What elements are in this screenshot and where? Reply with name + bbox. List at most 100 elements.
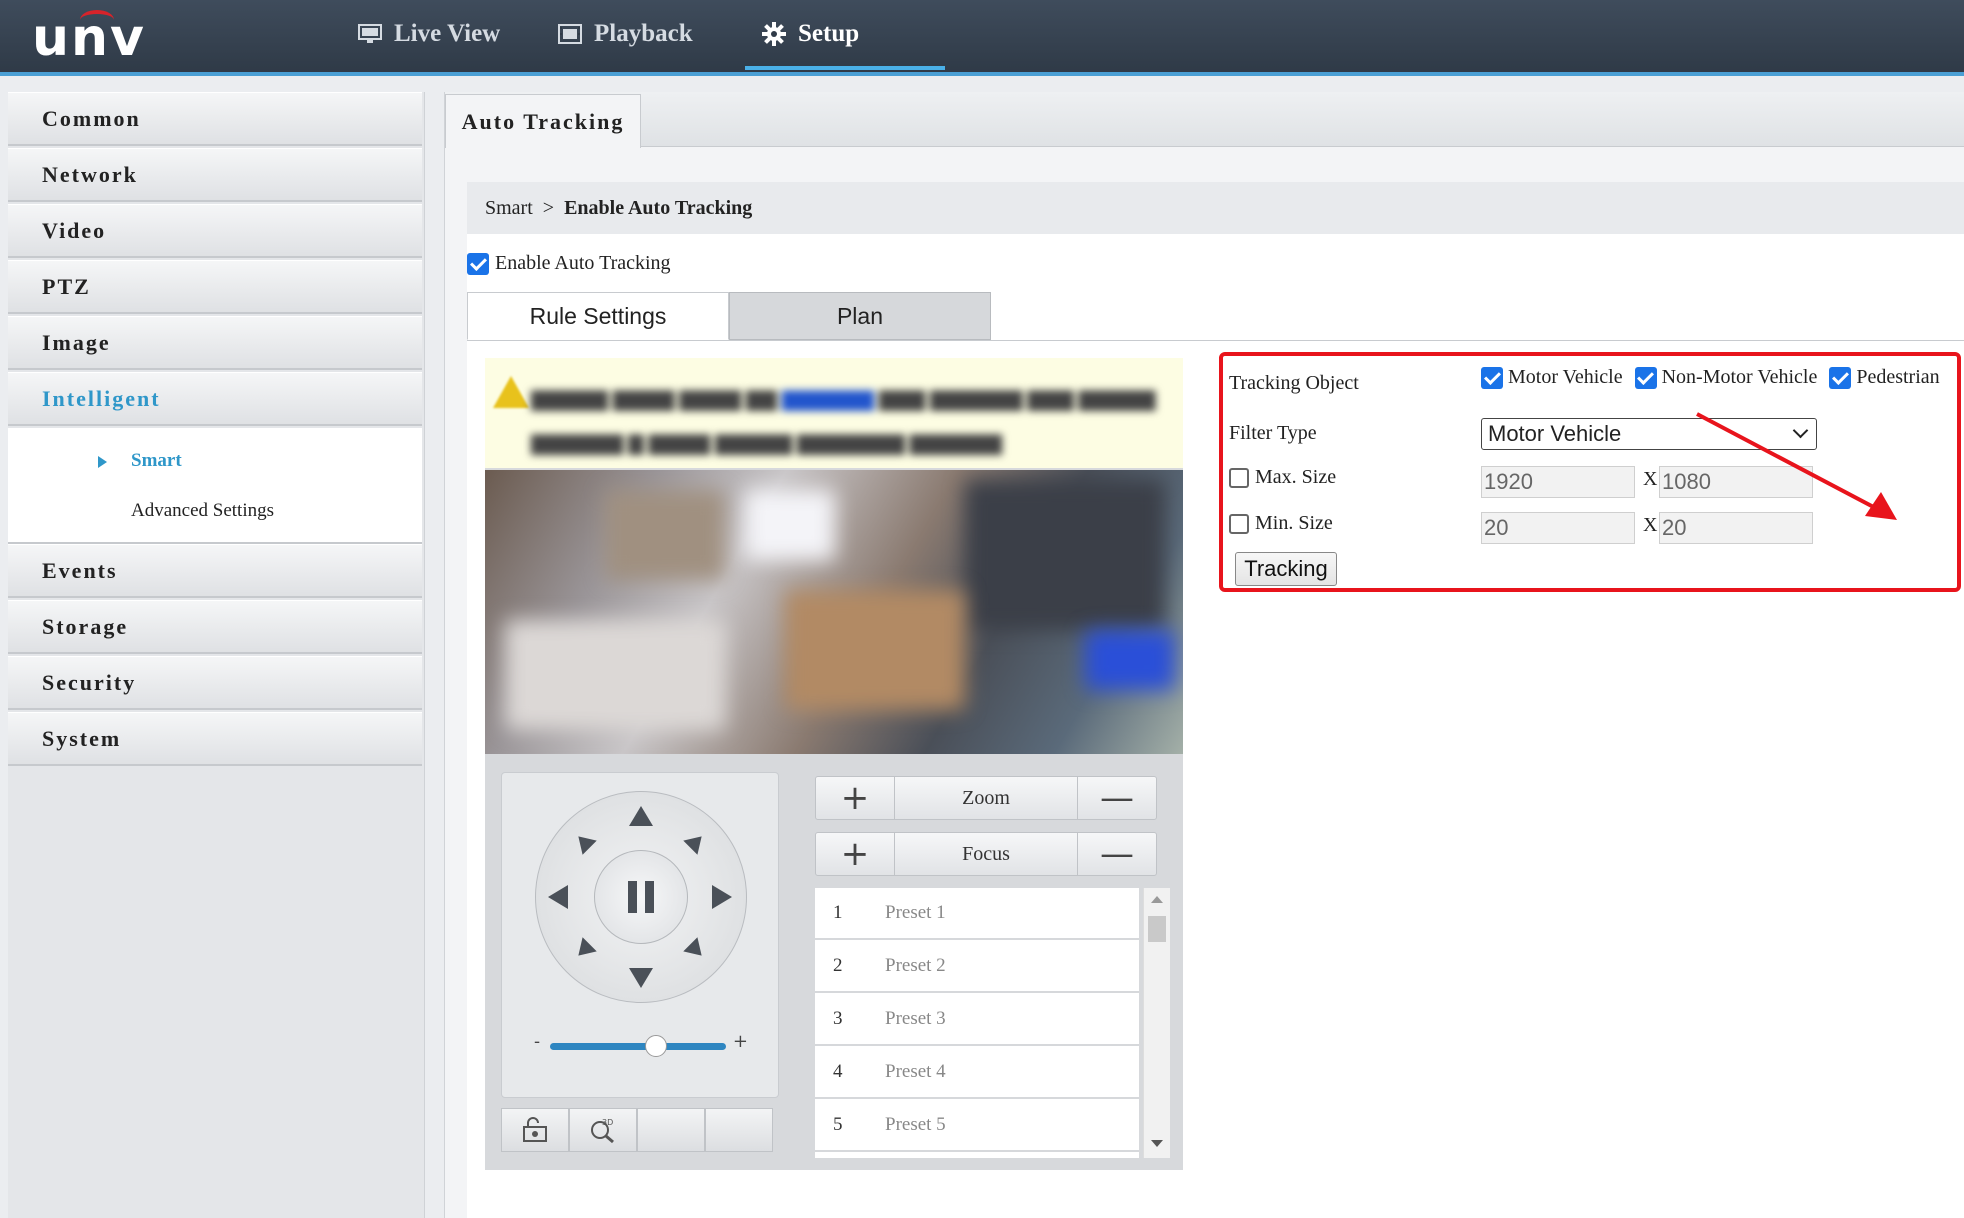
sidebar-item-network[interactable]: Network: [8, 148, 422, 202]
sidebar-item-intelligent[interactable]: Intelligent: [8, 372, 422, 426]
tab-auto-tracking[interactable]: Auto Tracking: [445, 94, 641, 148]
non-motor-vehicle-option[interactable]: Non-Motor Vehicle: [1634, 366, 1817, 389]
focus-in-button[interactable]: +: [816, 833, 895, 875]
main-tab-bar: Auto Tracking: [445, 92, 1964, 148]
sidebar-item-ptz[interactable]: PTZ: [8, 260, 422, 314]
gear-icon: [762, 22, 786, 46]
zoom-label: Zoom: [962, 786, 1010, 809]
arrow-down-icon[interactable]: [629, 968, 653, 988]
min-width-input[interactable]: 20: [1481, 512, 1635, 544]
focus-control: + Focus —: [815, 832, 1157, 876]
lock-button[interactable]: [501, 1108, 569, 1152]
focus-label: Focus: [962, 842, 1010, 865]
breadcrumb-parent[interactable]: Smart: [485, 197, 533, 220]
plugin-notice-text-blurred: ▇▇▇▇▇ ▇▇▇▇ ▇▇▇▇ ▇▇ ▇▇▇▇▇▇ ▇▇▇ ▇▇▇▇▇▇ ▇▇▇…: [531, 389, 1156, 455]
nav-setup[interactable]: Setup: [762, 14, 859, 54]
warning-icon: [493, 376, 529, 408]
motor-vehicle-checkbox[interactable]: [1481, 366, 1503, 389]
slider-handle[interactable]: [644, 1035, 667, 1057]
max-width-input[interactable]: 1920: [1481, 466, 1635, 498]
svg-text:3D: 3D: [602, 1118, 613, 1127]
sidebar: Common Network Video PTZ Image Intellige…: [8, 92, 425, 1218]
list-item[interactable]: 5 Preset 5: [815, 1100, 1139, 1152]
tab-plan[interactable]: Plan: [729, 292, 991, 340]
nav-playback[interactable]: Playback: [558, 14, 693, 54]
ptz-speed-slider[interactable]: - +: [534, 1031, 748, 1057]
scroll-up-icon[interactable]: [1151, 896, 1163, 903]
min-size-checkbox[interactable]: [1229, 513, 1249, 534]
tracking-object-label: Tracking Object: [1229, 372, 1359, 394]
pedestrian-checkbox[interactable]: [1829, 366, 1852, 389]
breadcrumb: Smart > Enable Auto Tracking: [467, 182, 1964, 234]
sidebar-item-security[interactable]: Security: [8, 656, 422, 710]
slider-minus-label: -: [534, 1031, 541, 1052]
sidebar-item-image[interactable]: Image: [8, 316, 422, 370]
enable-auto-tracking-row[interactable]: Enable Auto Tracking: [467, 252, 671, 275]
sidebar-item-video[interactable]: Video: [8, 204, 422, 258]
nav-live-view[interactable]: Live View: [358, 14, 500, 54]
motor-vehicle-option[interactable]: Motor Vehicle: [1481, 366, 1623, 389]
sidebar-item-system[interactable]: System: [8, 712, 422, 766]
scroll-thumb[interactable]: [1148, 916, 1166, 942]
tracking-button[interactable]: Tracking: [1235, 552, 1337, 586]
arrow-down-left-icon[interactable]: [571, 937, 597, 963]
slider-track[interactable]: [550, 1043, 726, 1050]
ptz-direction-pad: [535, 791, 747, 1003]
preset-list: 1 Preset 1 2 Preset 2 3 Preset 3 4 Preset 4 …: [815, 888, 1139, 1158]
zoom-in-button[interactable]: +: [816, 777, 895, 819]
ptz-tool-button-3[interactable]: [637, 1108, 705, 1152]
pedestrian-option[interactable]: Pedestrian: [1829, 366, 1940, 389]
zoom-control: + Zoom —: [815, 776, 1157, 820]
min-size-row-label: Min. Size: [1229, 512, 1333, 535]
focus-out-button[interactable]: —: [1077, 833, 1156, 875]
list-item[interactable]: 3 Preset 3: [815, 994, 1139, 1046]
content-area: Smart > Enable Auto Tracking Enable Auto…: [467, 182, 1964, 1218]
enable-auto-tracking-label: Enable Auto Tracking: [495, 252, 671, 274]
arrow-up-right-icon[interactable]: [683, 829, 709, 855]
main-panel: Auto Tracking Smart > Enable Auto Tracki…: [444, 92, 1964, 1218]
zoom-out-button[interactable]: —: [1077, 777, 1156, 819]
slider-plus-label: +: [732, 1031, 748, 1052]
sidebar-item-common[interactable]: Common: [8, 92, 422, 146]
ptz-pause-button[interactable]: [594, 850, 688, 944]
arrow-left-icon[interactable]: [548, 885, 568, 909]
download-link[interactable]: ▇▇▇▇▇▇: [782, 389, 874, 411]
non-motor-vehicle-checkbox[interactable]: [1634, 366, 1657, 389]
arrow-down-right-icon[interactable]: [683, 937, 709, 963]
unv-logo: unv: [32, 8, 146, 68]
camera-video-feed[interactable]: [485, 470, 1183, 754]
arrow-up-left-icon[interactable]: [571, 829, 597, 855]
breadcrumb-current: Enable Auto Tracking: [564, 196, 753, 219]
list-item[interactable]: 4 Preset 4: [815, 1047, 1139, 1099]
annotation-arrow-icon: [1696, 412, 1897, 520]
max-size-row-label: Max. Size: [1229, 466, 1336, 489]
list-item[interactable]: 1 Preset 1: [815, 888, 1139, 940]
arrow-right-icon[interactable]: [712, 885, 732, 909]
plugin-notice: ▇▇▇▇▇ ▇▇▇▇ ▇▇▇▇ ▇▇ ▇▇▇▇▇▇ ▇▇▇ ▇▇▇▇▇▇ ▇▇▇…: [485, 358, 1183, 468]
preset-scrollbar[interactable]: [1143, 888, 1170, 1158]
monitor-icon: [358, 24, 382, 43]
sidebar-subitem-advanced-settings[interactable]: Advanced Settings: [131, 500, 274, 522]
breadcrumb-separator: >: [542, 196, 555, 219]
filter-type-label: Filter Type: [1229, 422, 1317, 444]
enable-auto-tracking-checkbox[interactable]: [467, 252, 489, 275]
top-nav-bar: unv Live View Playback Setup: [0, 0, 1964, 76]
scroll-down-icon[interactable]: [1151, 1140, 1163, 1147]
ptz-toolbar: 3D: [501, 1108, 777, 1152]
active-tab-underline: [745, 66, 945, 70]
sidebar-subpanel: Smart Advanced Settings: [8, 428, 422, 544]
max-size-x-separator: X: [1643, 468, 1658, 490]
live-preview-panel: ▇▇▇▇▇ ▇▇▇▇ ▇▇▇▇ ▇▇ ▇▇▇▇▇▇ ▇▇▇ ▇▇▇▇▇▇ ▇▇▇…: [485, 358, 1183, 1170]
tracking-object-options: Motor Vehicle Non-Motor Vehicle Pedestri…: [1481, 366, 1952, 389]
ptz-tool-button-4[interactable]: [705, 1108, 773, 1152]
sidebar-item-events[interactable]: Events: [8, 544, 422, 598]
ptz-control-box: - +: [501, 772, 779, 1098]
caret-right-icon: [98, 456, 107, 468]
max-size-checkbox[interactable]: [1229, 467, 1249, 488]
sidebar-item-storage[interactable]: Storage: [8, 600, 422, 654]
sidebar-subitem-smart[interactable]: Smart: [131, 450, 182, 472]
tab-rule-settings[interactable]: Rule Settings: [467, 292, 729, 340]
list-item[interactable]: 2 Preset 2: [815, 941, 1139, 993]
3d-positioning-button[interactable]: 3D: [569, 1108, 637, 1152]
arrow-up-icon[interactable]: [629, 806, 653, 826]
